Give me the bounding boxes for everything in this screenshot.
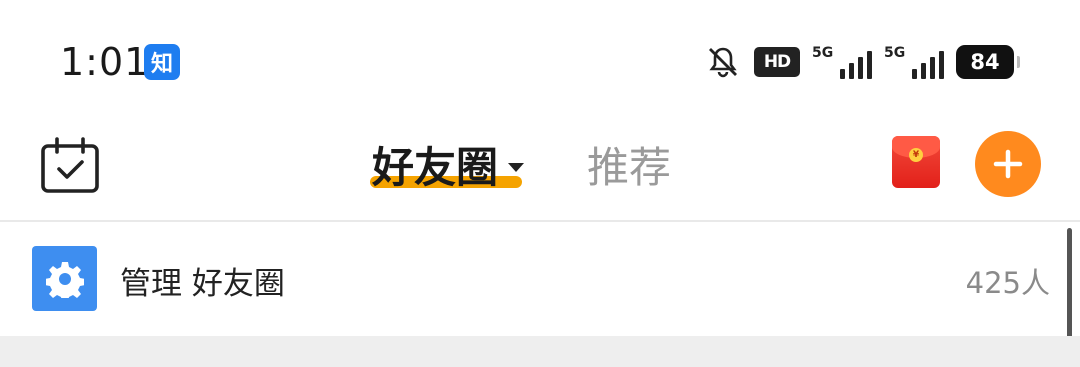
status-bar: 1:01 知 HD 5G 5G 84: [0, 0, 1080, 122]
status-indicators: HD 5G 5G 84: [704, 40, 1020, 84]
calendar-check-icon[interactable]: [40, 136, 100, 196]
section-separator: [0, 336, 1080, 367]
plus-icon: [993, 149, 1023, 179]
muted-bell-icon: [709, 47, 737, 78]
red-packet-icon[interactable]: ¥: [892, 136, 940, 188]
network-type-label: 5G: [812, 45, 834, 61]
network-type-label: 5G: [884, 45, 906, 61]
signal-icon-1: 5G: [812, 45, 872, 79]
add-button[interactable]: [975, 131, 1041, 197]
app-notification-icon: 知: [144, 44, 180, 80]
member-count: 425人: [965, 266, 1050, 300]
hd-voice-icon: HD: [754, 47, 800, 77]
manage-label: 管理 好友圈: [120, 266, 285, 302]
manage-friends-circle-row[interactable]: 管理 好友圈 425人: [0, 222, 1080, 336]
top-nav: 好友圈 推荐 ¥: [0, 122, 1080, 220]
caret-down-icon: [508, 163, 525, 172]
tab-friends-circle-label: 好友圈: [372, 143, 499, 192]
gear-icon: [32, 246, 97, 311]
tab-recommend[interactable]: 推荐: [587, 134, 671, 195]
battery-icon: 84: [956, 45, 1020, 79]
signal-icon-2: 5G: [884, 45, 944, 79]
status-time: 1:01: [60, 40, 150, 84]
